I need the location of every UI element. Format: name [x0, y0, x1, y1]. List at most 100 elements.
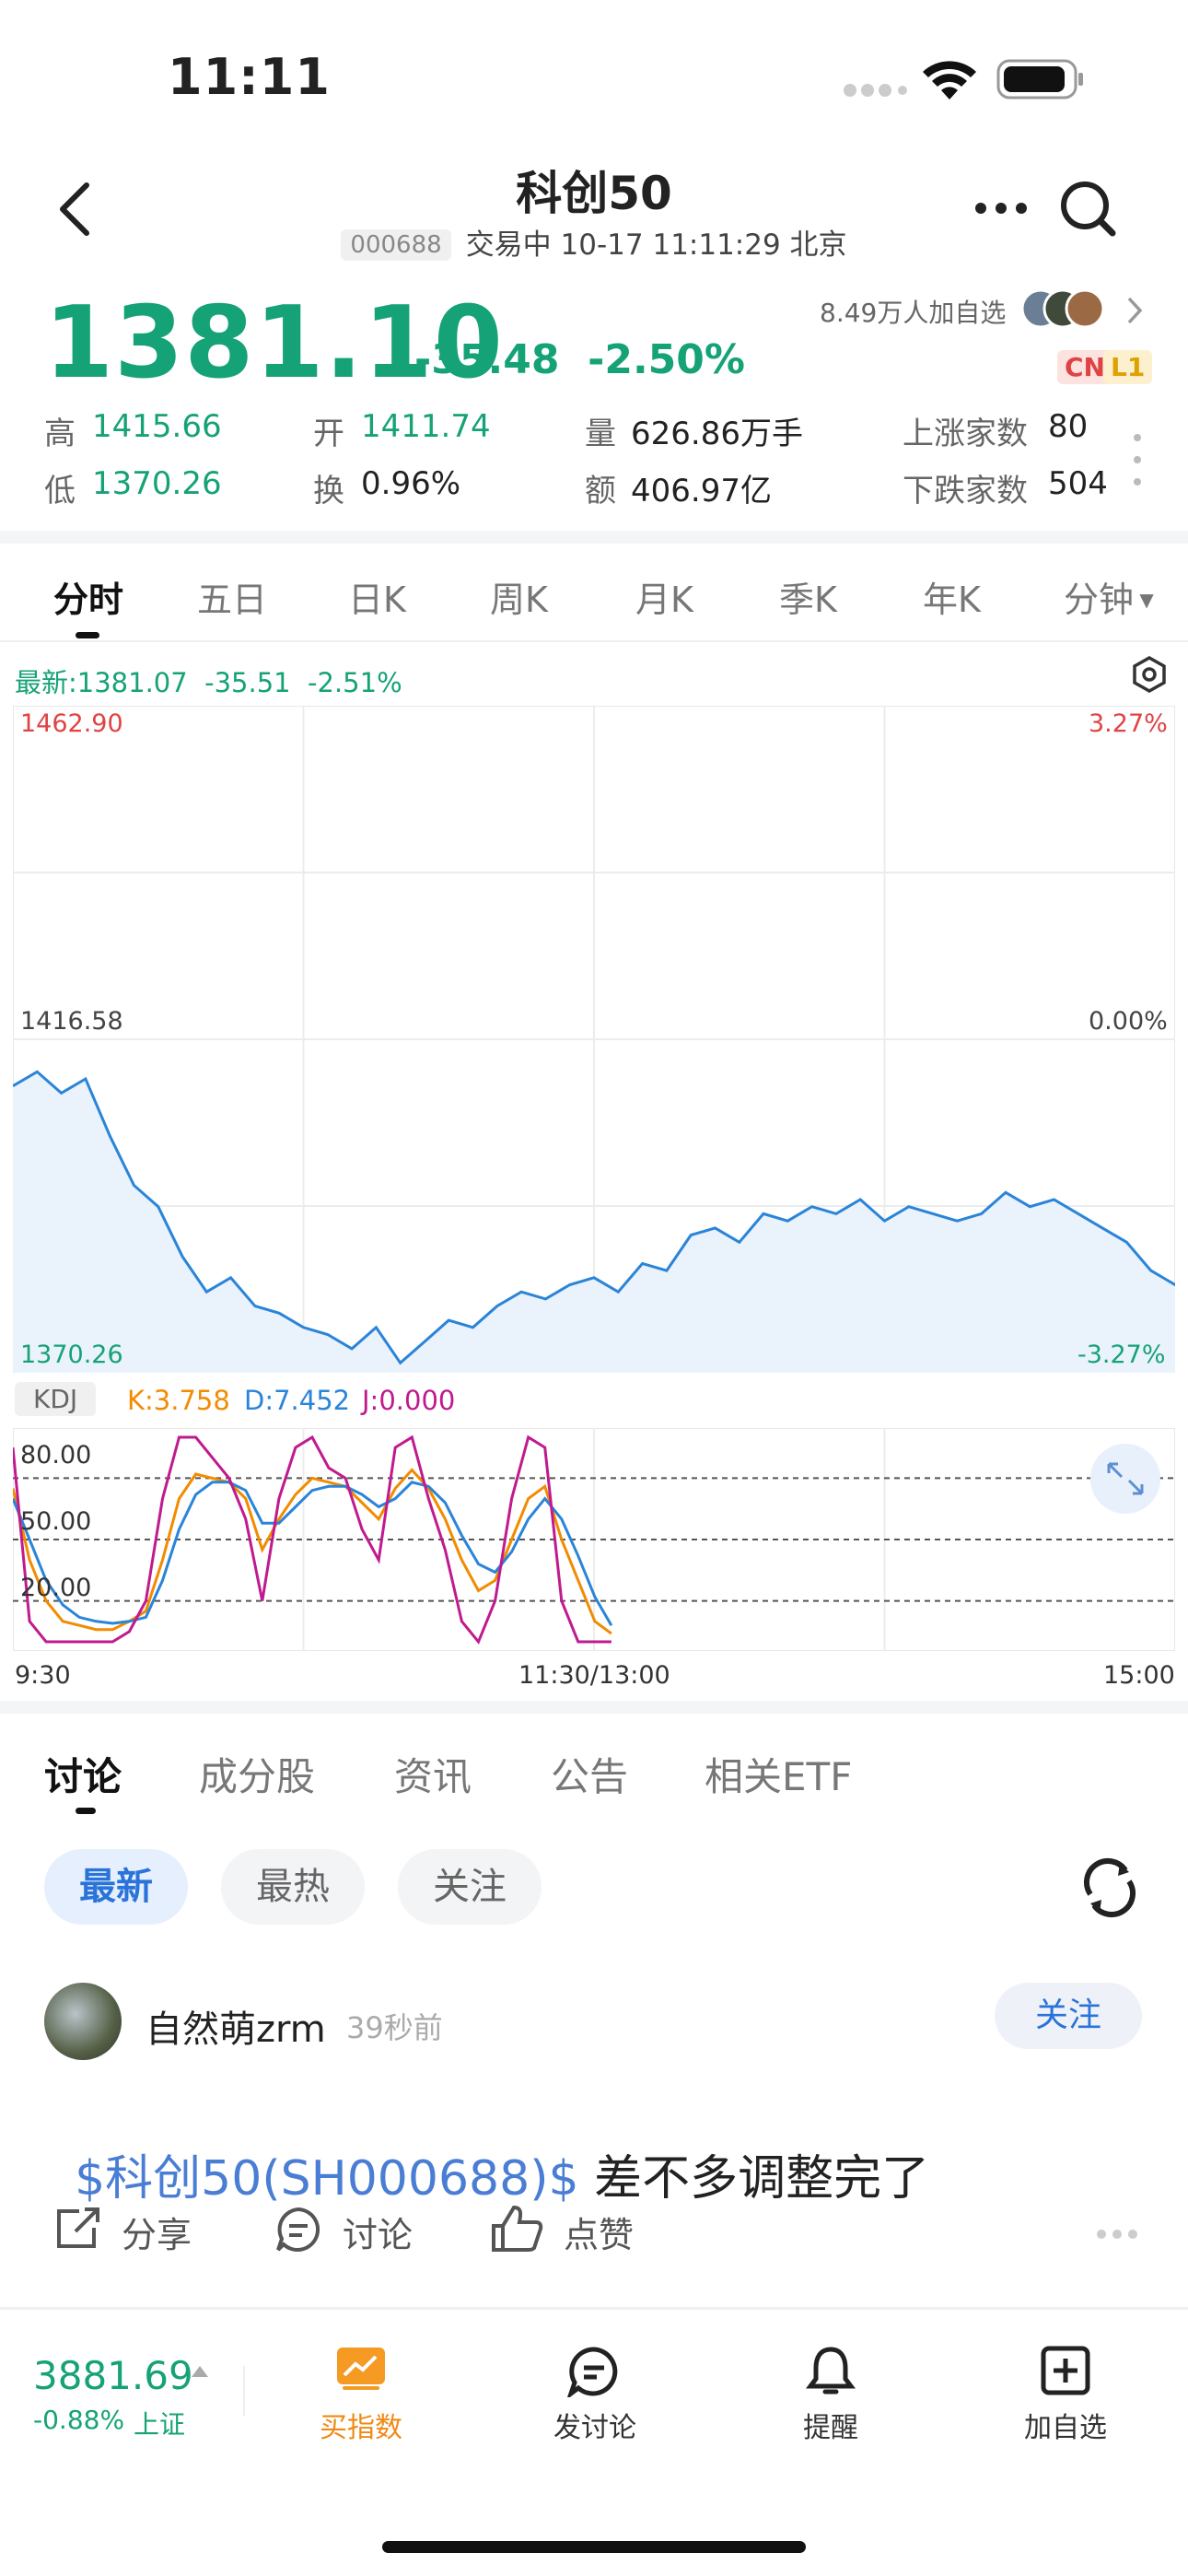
tab-minute[interactable]: 分钟 ▼ — [1064, 571, 1154, 622]
kdj-chart[interactable] — [13, 1428, 1175, 1651]
index-value[interactable]: 3881.69 — [33, 2353, 193, 2398]
tab-quarter-k[interactable]: 季K — [779, 571, 837, 622]
index-change[interactable]: -0.88% — [33, 2405, 124, 2435]
avatar[interactable] — [44, 1983, 122, 2060]
kdj-d-value: D:7.452 — [244, 1385, 351, 1416]
section-divider — [0, 1701, 1188, 1714]
y-axis-mid-right: 0.00% — [1089, 1007, 1168, 1036]
tab-day-k[interactable]: 日K — [348, 571, 406, 622]
signal-icon — [843, 83, 907, 101]
search-icon[interactable] — [1059, 180, 1118, 242]
kdj-k-value: K:3.758 — [127, 1385, 230, 1416]
trade-status: 交易中 10-17 11:11:29 北京 — [465, 228, 847, 262]
tab-constituents[interactable]: 成分股 — [199, 1746, 315, 1802]
discuss-button[interactable]: 讨论 — [343, 2207, 413, 2257]
x-axis-noon: 11:30/13:00 — [518, 1661, 670, 1690]
up-count-label: 上涨家数 — [903, 416, 1028, 452]
comment-icon[interactable] — [274, 2206, 322, 2257]
y-axis-bottom-right: -3.27% — [1077, 1341, 1166, 1369]
x-axis-open: 9:30 — [15, 1661, 71, 1690]
caret-down-icon: ▼ — [1134, 589, 1154, 611]
amount-label: 额 — [585, 473, 616, 509]
kdj-label-20: 20.00 — [20, 1574, 92, 1602]
add-watchlist-button[interactable]: 加自选 — [992, 2405, 1139, 2445]
tab-year-k[interactable]: 年K — [923, 571, 981, 622]
filter-following[interactable]: 关注 — [398, 1849, 542, 1925]
filter-hot[interactable]: 最热 — [221, 1849, 365, 1925]
post-discussion-button[interactable]: 发讨论 — [521, 2405, 669, 2445]
post-stock-link[interactable]: $科创50(SH000688)$ — [75, 2151, 579, 2207]
post-more-icon[interactable] — [1096, 2226, 1138, 2243]
kdj-series-d — [13, 1481, 613, 1626]
settings-icon[interactable] — [1131, 655, 1168, 697]
volume-value: 626.86万手 — [631, 416, 803, 452]
tab-underline — [76, 632, 99, 638]
follow-button[interactable]: 关注 — [995, 1983, 1142, 2049]
latest-quote: 最新:1381.07 -35.51 -2.51% — [15, 667, 402, 698]
thumbs-up-icon[interactable] — [490, 2204, 543, 2257]
change-percent: -2.50% — [588, 336, 745, 383]
wifi-icon — [921, 57, 978, 105]
volume-label: 量 — [585, 416, 616, 452]
tab-discussion[interactable]: 讨论 — [44, 1746, 122, 1802]
kdj-series-k — [13, 1468, 612, 1635]
add-watchlist-icon[interactable] — [1041, 2346, 1090, 2399]
battery-icon — [996, 59, 1085, 103]
high-label: 高 — [44, 416, 76, 452]
refresh-icon[interactable] — [1079, 1857, 1140, 1922]
open-label: 开 — [313, 416, 344, 452]
filter-latest[interactable]: 最新 — [44, 1849, 188, 1925]
sub-tab-underline — [76, 1808, 96, 1814]
post-text: 差不多调整完了 — [578, 2151, 930, 2207]
buy-index-button[interactable]: 买指数 — [287, 2405, 435, 2445]
post-content: $科创50(SH000688)$ 差不多调整完了 — [44, 2084, 929, 2208]
up-count-value: 80 — [1048, 408, 1089, 445]
bottom-bar-divider — [243, 2366, 245, 2416]
tab-minute-label: 分钟 — [1064, 580, 1135, 620]
watcher-avatars[interactable] — [1020, 286, 1114, 335]
tab-related-etf[interactable]: 相关ETF — [705, 1746, 852, 1802]
post-discussion-icon[interactable] — [566, 2346, 621, 2401]
down-count-value: 504 — [1048, 465, 1108, 502]
y-axis-mid-left: 1416.58 — [20, 1007, 123, 1036]
share-button[interactable]: 分享 — [122, 2207, 192, 2257]
amount-value: 406.97亿 — [631, 473, 772, 509]
more-icon[interactable] — [974, 201, 1028, 218]
x-axis-close: 15:00 — [1103, 1661, 1175, 1690]
stock-code: 000688 — [341, 229, 451, 261]
y-axis-top-left: 1462.90 — [20, 709, 123, 738]
post-time: 39秒前 — [346, 2010, 443, 2045]
intraday-price-chart[interactable] — [13, 706, 1175, 1373]
section-divider — [0, 531, 1188, 544]
like-button[interactable]: 点赞 — [564, 2207, 634, 2257]
tab-announcements[interactable]: 公告 — [551, 1746, 628, 1802]
watcher-count[interactable]: 8.49万人加自选 — [820, 293, 1006, 330]
index-name[interactable]: 上证 — [134, 2405, 185, 2441]
fullscreen-icon[interactable] — [1089, 1442, 1162, 1519]
l1-badge: L1 — [1103, 350, 1153, 384]
turnover-value: 0.96% — [361, 465, 461, 502]
tab-intraday[interactable]: 分时 — [53, 571, 123, 622]
reminder-button[interactable]: 提醒 — [757, 2405, 904, 2445]
expand-dots-icon[interactable] — [1133, 433, 1142, 490]
kdj-j-value: J:0.000 — [362, 1385, 456, 1416]
post-username[interactable]: 自然萌zrm — [146, 1999, 326, 2053]
tab-month-k[interactable]: 月K — [635, 571, 693, 622]
buy-index-icon[interactable] — [335, 2346, 387, 2395]
bell-icon[interactable] — [805, 2344, 856, 2401]
tab-five-day[interactable]: 五日 — [197, 571, 267, 622]
share-icon[interactable] — [53, 2206, 101, 2255]
index-trend-icon — [190, 2364, 210, 2383]
y-axis-bottom-left: 1370.26 — [20, 1341, 123, 1369]
low-label: 低 — [44, 473, 76, 509]
bottom-bar-border — [0, 2307, 1188, 2310]
tab-bar-border — [0, 640, 1188, 642]
down-count-label: 下跌家数 — [903, 473, 1028, 509]
tab-news[interactable]: 资讯 — [394, 1746, 472, 1802]
open-value: 1411.74 — [361, 408, 491, 445]
kdj-title[interactable]: KDJ — [15, 1382, 97, 1416]
tab-week-k[interactable]: 周K — [490, 571, 548, 622]
page-subtitle: 000688 交易中 10-17 11:11:29 北京 — [0, 221, 1188, 263]
change-value: -35.48 — [414, 336, 560, 383]
chevron-right-icon[interactable] — [1125, 295, 1144, 330]
